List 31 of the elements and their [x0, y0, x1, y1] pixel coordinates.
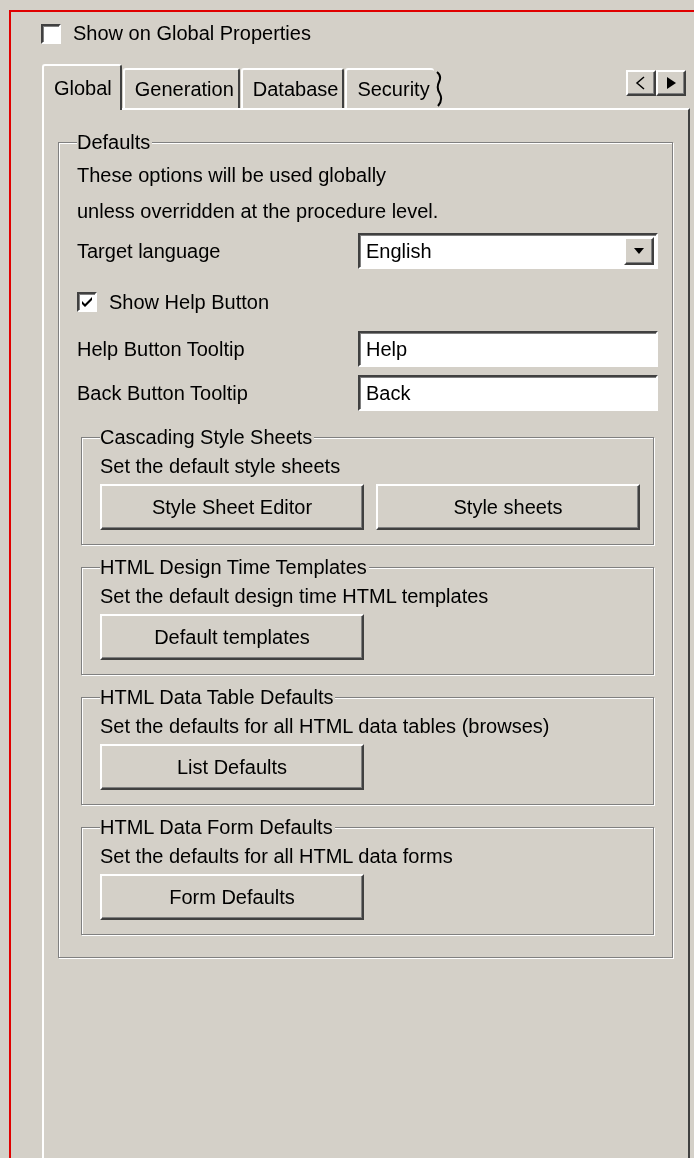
scroll-right-button[interactable]	[656, 70, 686, 96]
language-dropdown[interactable]: English	[358, 233, 658, 269]
right-arrow-icon	[665, 76, 677, 90]
description-text: Set the defaults for all HTML data forms	[100, 844, 454, 869]
push-button[interactable]: Style Sheet Editor	[100, 484, 364, 530]
tab[interactable]: Global	[42, 64, 122, 110]
field-label: Help Button Tooltip	[77, 337, 246, 361]
tab[interactable]: Security	[345, 68, 434, 108]
checkmark-icon	[81, 296, 93, 308]
checkbox[interactable]	[77, 292, 97, 312]
push-button[interactable]: Form Defaults	[100, 874, 364, 920]
push-button[interactable]: Default templates	[100, 614, 364, 660]
tab[interactable]: Generation	[122, 68, 240, 108]
checkbox[interactable]	[41, 23, 61, 44]
input-field[interactable]: Help	[358, 331, 658, 367]
description-text: Set the default style sheets	[100, 454, 342, 479]
push-button[interactable]: Style sheets	[376, 484, 640, 530]
tab-tear-icon	[434, 68, 445, 108]
checkbox-label: Show on Global Properties	[73, 22, 311, 45]
scroll-left-button[interactable]	[626, 70, 656, 96]
description-text: unless overridden at the procedure level.	[77, 199, 440, 224]
description-text: Set the defaults for all HTML data tables (browses)	[100, 714, 551, 739]
push-button[interactable]: List Defaults	[100, 744, 364, 790]
dropdown-arrow-icon	[633, 247, 645, 255]
field-label: Target language	[77, 239, 222, 263]
description-text: Set the default design time HTML templates	[100, 584, 490, 609]
description-text: These options will be used globally	[77, 163, 388, 188]
input-field[interactable]: Back	[358, 375, 658, 411]
tab[interactable]: Database	[240, 68, 345, 108]
checkbox-label: Show Help Button	[109, 290, 270, 314]
field-label: Back Button Tooltip	[77, 381, 249, 405]
